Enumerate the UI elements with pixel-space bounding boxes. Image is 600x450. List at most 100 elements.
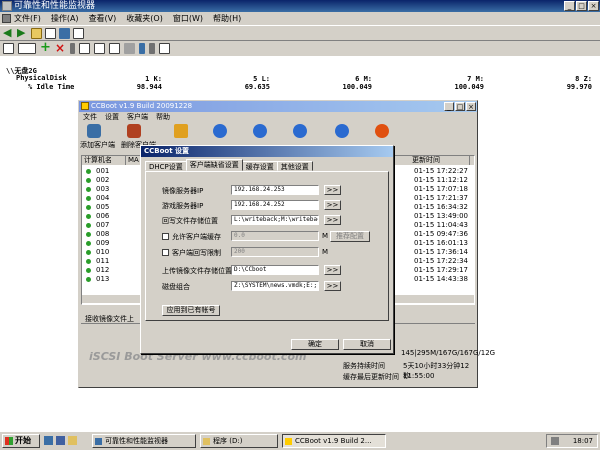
properties-toolbar-icon[interactable] (109, 43, 120, 54)
disk-group-browse-button[interactable]: >> (324, 281, 341, 291)
view-type-icon[interactable] (18, 43, 36, 54)
ccboot-menu-help[interactable]: 帮助 (156, 112, 170, 122)
ccboot-title: CCBoot v1.9 Build 20091228 (91, 102, 193, 110)
writeback-limit-label: 客户端回写限制 (172, 249, 221, 257)
start-service-icon[interactable] (213, 124, 227, 138)
minimize-button[interactable]: _ (564, 1, 575, 11)
taskbar-ccboot-button[interactable]: CCBoot v1.9 Build 2... (282, 434, 386, 448)
tab-dhcp[interactable]: DHCP设置 (145, 161, 187, 171)
window-titlebar[interactable]: 可靠性和性能监视器 _ □ × (0, 0, 600, 12)
ccboot-maximize-button[interactable]: □ (455, 102, 465, 111)
ok-button[interactable]: 确定 (291, 339, 339, 350)
help-icon[interactable] (335, 124, 349, 138)
menu-action[interactable]: 操作(A) (51, 13, 79, 24)
instance-header: 5 L: (253, 75, 270, 83)
ccboot-close-button[interactable]: × (466, 102, 476, 111)
cache-size-input[interactable]: 0.0 (231, 231, 319, 241)
refresh-icon[interactable] (293, 124, 307, 138)
clock[interactable]: 18:07 (573, 437, 593, 445)
instance-header: 1 K: (145, 75, 162, 83)
image-server-input[interactable]: 192.168.24.253 (231, 185, 319, 195)
delete-counter-icon[interactable]: × (55, 42, 66, 54)
ccboot-menu-client[interactable]: 客户端 (127, 112, 148, 122)
paste-icon[interactable] (94, 43, 105, 54)
taskbar: 开始 可靠性和性能监视器 程序 (D:) CCBoot v1.9 Build 2… (0, 431, 600, 450)
properties-icon[interactable] (73, 27, 84, 39)
upload-location-input[interactable]: D:\CCboot (231, 265, 319, 275)
dialog-titlebar[interactable]: CCBoot 设置 (141, 146, 393, 157)
add-counter-icon[interactable]: + (40, 41, 51, 54)
ccboot-task-icon (285, 438, 292, 445)
mdi-child-icon[interactable] (2, 14, 11, 23)
highlight-icon[interactable] (70, 43, 75, 54)
image-server-label: 镜像服务器IP (162, 187, 204, 195)
menu-file[interactable]: 文件(F) (14, 13, 41, 24)
close-button[interactable]: × (588, 1, 599, 11)
forward-icon[interactable]: ▶ (17, 27, 28, 39)
perfmon-task-icon (95, 438, 102, 445)
ccboot-menu-settings[interactable]: 设置 (105, 112, 119, 122)
game-server-browse-button[interactable]: >> (324, 200, 341, 210)
writeback-input[interactable]: L:\writeback;M:\writeback (231, 215, 319, 225)
menu-help[interactable]: 帮助(H) (213, 13, 241, 24)
image-server-browse-button[interactable]: >> (324, 185, 341, 195)
freeze-icon[interactable] (139, 43, 145, 54)
up-folder-icon[interactable] (31, 27, 42, 39)
update-icon[interactable] (149, 43, 155, 54)
menu-favorites[interactable]: 收藏夹(O) (126, 13, 163, 24)
writeback-browse-button[interactable]: >> (324, 215, 341, 225)
disk-group-input[interactable]: Z:\SYSTEM\news.vmdk;E:; (231, 281, 319, 291)
tab-client-defaults[interactable]: 客户端缺省设置 (185, 159, 243, 171)
apply-to-existing-button[interactable]: 应用到已有帐号 (162, 305, 220, 316)
back-icon[interactable]: ◀ (3, 27, 14, 39)
console-tree-icon[interactable] (45, 27, 56, 39)
settings-wrench-icon[interactable] (174, 124, 188, 138)
copy-icon[interactable] (79, 43, 90, 54)
add-client-button[interactable]: 添加客户端 (80, 140, 115, 150)
cache-unit-label: M (322, 232, 329, 240)
tab-cache[interactable]: 缓存设置 (241, 161, 278, 171)
start-button[interactable]: 开始 (2, 434, 40, 448)
menu-window[interactable]: 窗口(W) (173, 13, 203, 24)
exit-icon[interactable] (375, 124, 389, 138)
counter-value: 100.049 (342, 83, 372, 91)
menu-view[interactable]: 查看(V) (89, 13, 117, 24)
quick-launch-explorer-icon[interactable] (68, 436, 77, 445)
tab-other[interactable]: 其他设置 (276, 161, 313, 171)
online-status-icon (86, 268, 91, 273)
cancel-button[interactable]: 取消 (343, 339, 391, 350)
cache-refresh-value: 11:55:00 (403, 372, 435, 380)
help-icon[interactable] (59, 27, 70, 39)
column-update-time[interactable]: 更新时间 (410, 156, 470, 165)
view-graph-icon[interactable] (3, 43, 14, 54)
game-server-input[interactable]: 192.168.24.252 (231, 200, 319, 210)
ccboot-minimize-button[interactable]: _ (444, 102, 454, 111)
perfmon-app-icon (2, 1, 12, 11)
add-client-icon[interactable] (87, 124, 101, 138)
window-title: 可靠性和性能监视器 (14, 1, 96, 11)
column-computer-name[interactable]: 计算机名 (82, 156, 126, 165)
writeback-limit-input[interactable]: 200 (231, 247, 319, 257)
zoom-icon[interactable] (124, 43, 135, 54)
report-counter: % Idle Time (28, 83, 75, 91)
help-toolbar-icon[interactable] (159, 43, 170, 54)
network-icon[interactable] (551, 437, 559, 445)
allow-cache-checkbox[interactable] (162, 233, 169, 240)
delete-client-icon[interactable] (127, 124, 141, 138)
ccboot-menu-file[interactable]: 文件 (83, 112, 97, 122)
limit-unit-label: M (322, 248, 329, 256)
instance-header: 6 M: (355, 75, 372, 83)
taskbar-perfmon-button[interactable]: 可靠性和性能监视器 (92, 434, 196, 448)
ccboot-titlebar[interactable]: CCBoot v1.9 Build 20091228 _ □ × (79, 101, 477, 112)
recommended-config-button[interactable]: 推荐配置 (330, 231, 370, 242)
taskbar-explorer-button[interactable]: 程序 (D:) (200, 434, 278, 448)
upload-location-browse-button[interactable]: >> (324, 265, 341, 275)
quick-launch-server-icon[interactable] (44, 436, 53, 445)
writeback-limit-checkbox[interactable] (162, 249, 169, 256)
maximize-button[interactable]: □ (576, 1, 587, 11)
pause-service-icon[interactable] (253, 124, 267, 138)
online-status-icon (86, 259, 91, 264)
quick-launch-powershell-icon[interactable] (56, 436, 65, 445)
online-status-icon (86, 196, 91, 201)
counter-value: 100.049 (454, 83, 484, 91)
